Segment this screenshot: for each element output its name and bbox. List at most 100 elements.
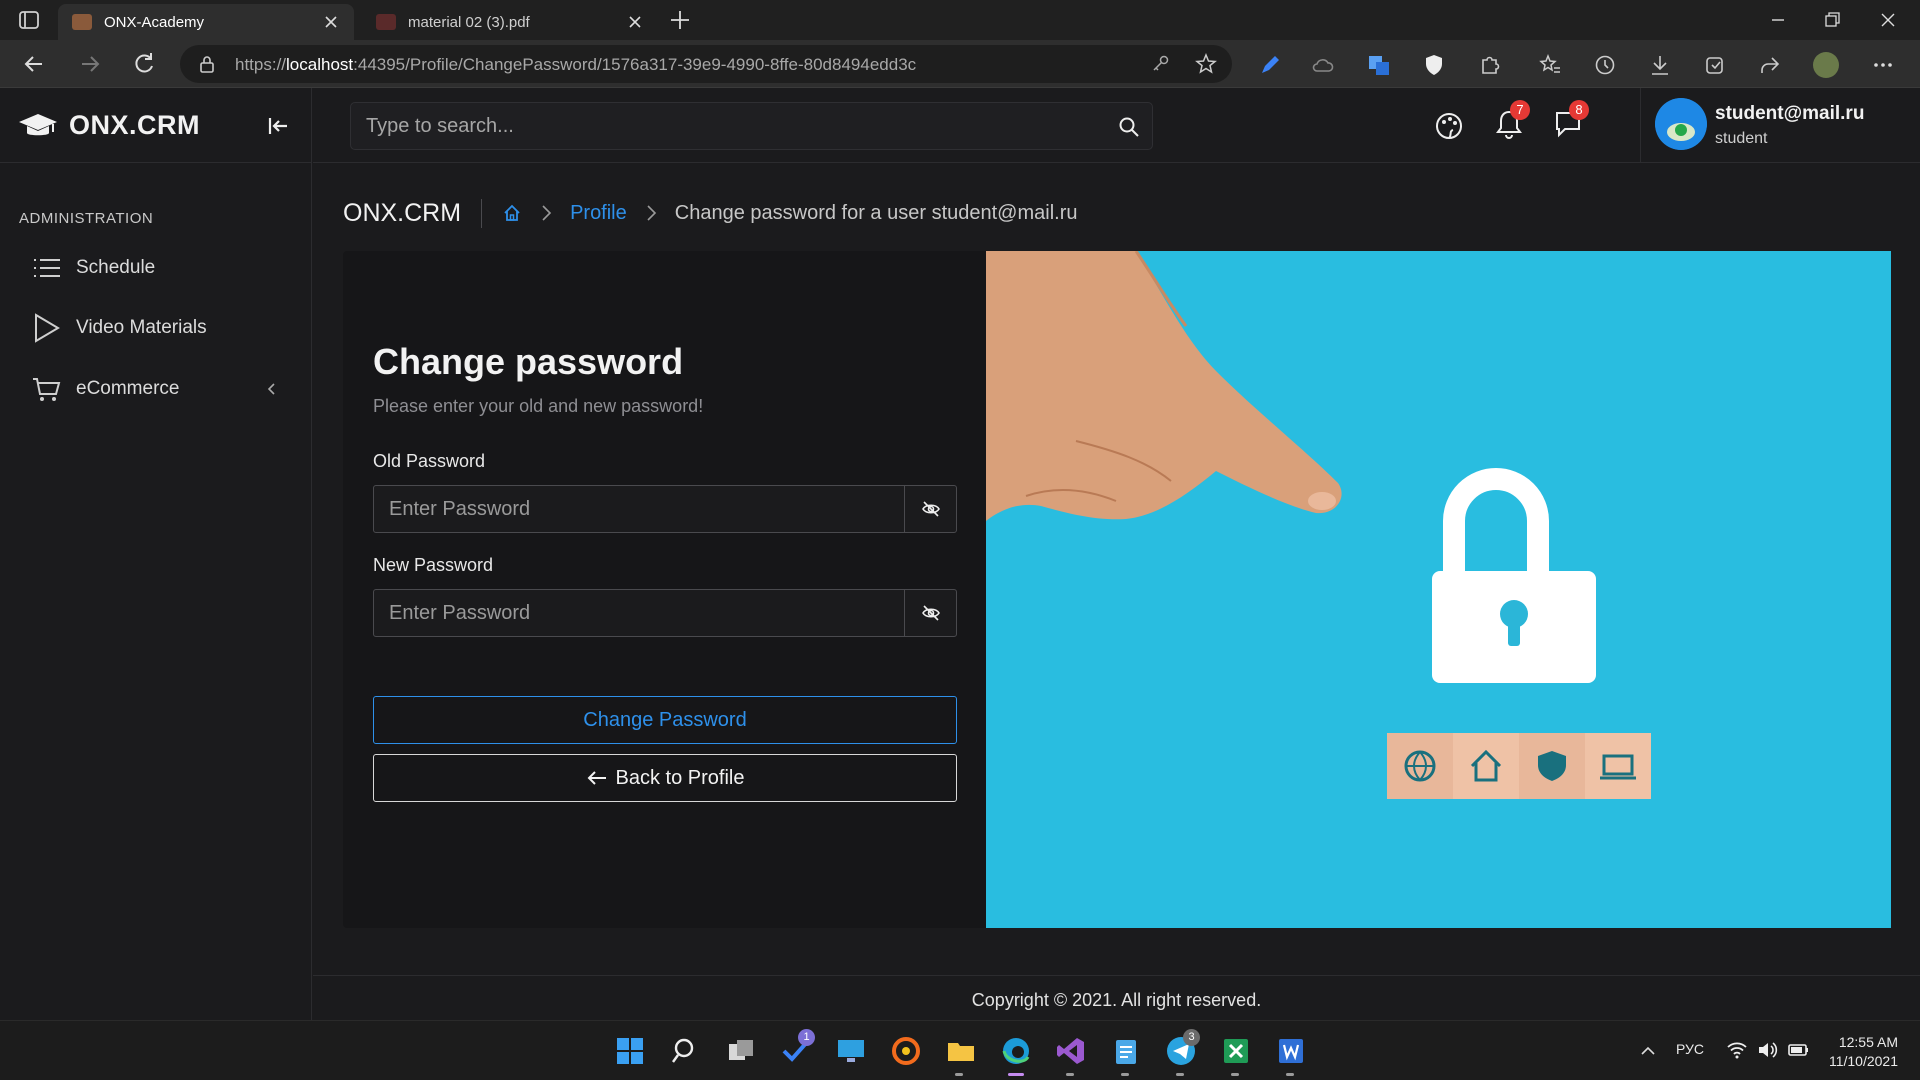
search-icon[interactable] — [670, 1035, 702, 1067]
windows-start-icon[interactable] — [614, 1035, 646, 1067]
back-to-profile-button[interactable]: Back to Profile — [373, 754, 957, 802]
cart-icon — [33, 378, 61, 401]
todo-app-icon[interactable]: 1 — [780, 1029, 815, 1067]
security-illustration — [986, 251, 1891, 928]
breadcrumb-profile-link[interactable]: Profile — [570, 202, 627, 225]
notifications-badge: 7 — [1510, 100, 1530, 120]
new-password-field — [373, 589, 957, 637]
task-view-icon[interactable] — [725, 1035, 757, 1067]
browser-tab-bar: ONX-Academy material 02 (3).pdf — [0, 0, 1920, 40]
shield-extension-icon[interactable] — [1421, 52, 1447, 78]
avatar — [1655, 98, 1707, 150]
collapse-sidebar-icon[interactable] — [265, 113, 291, 139]
sidebar-item-schedule[interactable]: Schedule — [30, 248, 290, 288]
graduation-cap-icon — [19, 114, 57, 136]
minimize-icon[interactable] — [1768, 10, 1788, 30]
profile-avatar-icon[interactable] — [1813, 52, 1839, 78]
address-bar[interactable]: https://localhost:44395/Profile/ChangePa… — [180, 45, 1232, 83]
chevron-right-icon — [647, 205, 656, 221]
favorites-icon[interactable] — [1537, 52, 1563, 78]
telegram-badge: 3 — [1183, 1029, 1200, 1046]
new-password-input[interactable] — [374, 590, 904, 636]
add-favorite-icon[interactable] — [1195, 53, 1217, 75]
list-icon — [34, 259, 60, 277]
url-path: :44395/Profile/ChangePassword/1576a317-3… — [353, 55, 917, 74]
sidebar-item-label: eCommerce — [76, 378, 180, 399]
user-menu[interactable]: student@mail.ru student — [1640, 88, 1920, 163]
running-indicator — [1121, 1073, 1129, 1076]
eye-off-icon — [921, 501, 940, 517]
reload-icon[interactable] — [130, 50, 158, 78]
collections-icon[interactable] — [1702, 52, 1728, 78]
forward-arrow-icon[interactable] — [76, 50, 104, 78]
downloads-icon[interactable] — [1647, 52, 1673, 78]
history-icon[interactable] — [1592, 52, 1618, 78]
chevron-right-icon — [542, 205, 552, 221]
toggle-visibility-button[interactable] — [904, 590, 956, 636]
sidebar-item-video-materials[interactable]: Video Materials — [30, 308, 290, 348]
toggle-visibility-button[interactable] — [904, 486, 956, 532]
translate-extension-icon[interactable] — [1366, 52, 1392, 78]
user-role: student — [1715, 130, 1768, 147]
search-icon[interactable] — [1118, 116, 1140, 138]
breadcrumb-current: Change password for a user student@mail.… — [674, 201, 1078, 224]
edge-browser-icon[interactable] — [1000, 1035, 1032, 1067]
running-indicator — [1286, 1073, 1294, 1076]
file-explorer-icon[interactable] — [945, 1035, 977, 1067]
search-input[interactable] — [351, 103, 1111, 149]
close-tab-icon[interactable] — [322, 13, 340, 31]
sidebar-item-ecommerce[interactable]: eCommerce — [30, 369, 290, 409]
telegram-icon[interactable]: 3 — [1165, 1029, 1200, 1067]
new-tab-icon[interactable] — [668, 8, 692, 32]
restore-icon[interactable] — [1822, 10, 1842, 30]
pdf-favicon-icon — [376, 14, 396, 30]
media-player-icon[interactable] — [890, 1035, 922, 1067]
old-password-label: Old Password — [373, 451, 486, 471]
battery-icon[interactable] — [1786, 1039, 1810, 1061]
running-indicator — [1231, 1073, 1239, 1076]
notepad-icon[interactable] — [1110, 1035, 1142, 1067]
wifi-icon[interactable] — [1726, 1039, 1748, 1061]
share-icon[interactable] — [1757, 52, 1783, 78]
input-language[interactable]: РУС — [1676, 1041, 1704, 1057]
onx-favicon-icon — [72, 14, 92, 30]
tab-pdf[interactable]: material 02 (3).pdf — [362, 4, 658, 40]
breadcrumb: ONX.CRM Profile Change password for a us… — [343, 193, 1078, 233]
messages-button[interactable]: 8 — [1553, 100, 1589, 142]
tab-onx-academy[interactable]: ONX-Academy — [58, 4, 354, 40]
brand: ONX.CRM — [0, 88, 312, 163]
palette-icon[interactable] — [1434, 111, 1464, 141]
url-host: localhost — [286, 55, 354, 74]
remote-desktop-icon[interactable] — [835, 1035, 867, 1067]
volume-icon[interactable] — [1756, 1039, 1778, 1061]
url-text: https://localhost:44395/Profile/ChangePa… — [235, 55, 916, 75]
new-password-label: New Password — [373, 555, 494, 575]
change-password-card: Change password Please enter your old an… — [343, 251, 1891, 928]
change-password-button[interactable]: Change Password — [373, 696, 957, 744]
lock-icon[interactable] — [197, 54, 217, 74]
chevron-up-icon[interactable] — [1638, 1041, 1658, 1061]
active-indicator — [1008, 1073, 1024, 1076]
excel-icon[interactable] — [1220, 1035, 1252, 1067]
tab-actions-icon[interactable] — [18, 10, 40, 30]
system-clock[interactable]: 12:55 AM 11/10/2021 — [1829, 1033, 1898, 1071]
visual-studio-icon[interactable] — [1055, 1035, 1087, 1067]
word-icon[interactable] — [1275, 1035, 1307, 1067]
running-indicator — [955, 1073, 963, 1076]
notifications-button[interactable]: 7 — [1494, 100, 1530, 142]
close-window-icon[interactable] — [1878, 10, 1898, 30]
close-tab-icon[interactable] — [626, 13, 644, 31]
key-icon[interactable] — [1150, 54, 1170, 74]
footer: Copyright © 2021. All right reserved. — [313, 975, 1920, 1020]
back-arrow-icon[interactable] — [20, 50, 48, 78]
pen-extension-icon[interactable] — [1257, 52, 1283, 78]
browser-toolbar: https://localhost:44395/Profile/ChangePa… — [0, 40, 1920, 88]
brand-name[interactable]: ONX.CRM — [69, 110, 200, 141]
clock-date: 11/10/2021 — [1828, 1053, 1898, 1069]
cloud-extension-icon[interactable] — [1310, 52, 1336, 78]
more-options-icon[interactable] — [1870, 52, 1896, 78]
extensions-puzzle-icon[interactable] — [1477, 52, 1503, 78]
search-box — [350, 102, 1153, 150]
home-icon[interactable] — [502, 203, 522, 223]
old-password-input[interactable] — [374, 486, 904, 532]
